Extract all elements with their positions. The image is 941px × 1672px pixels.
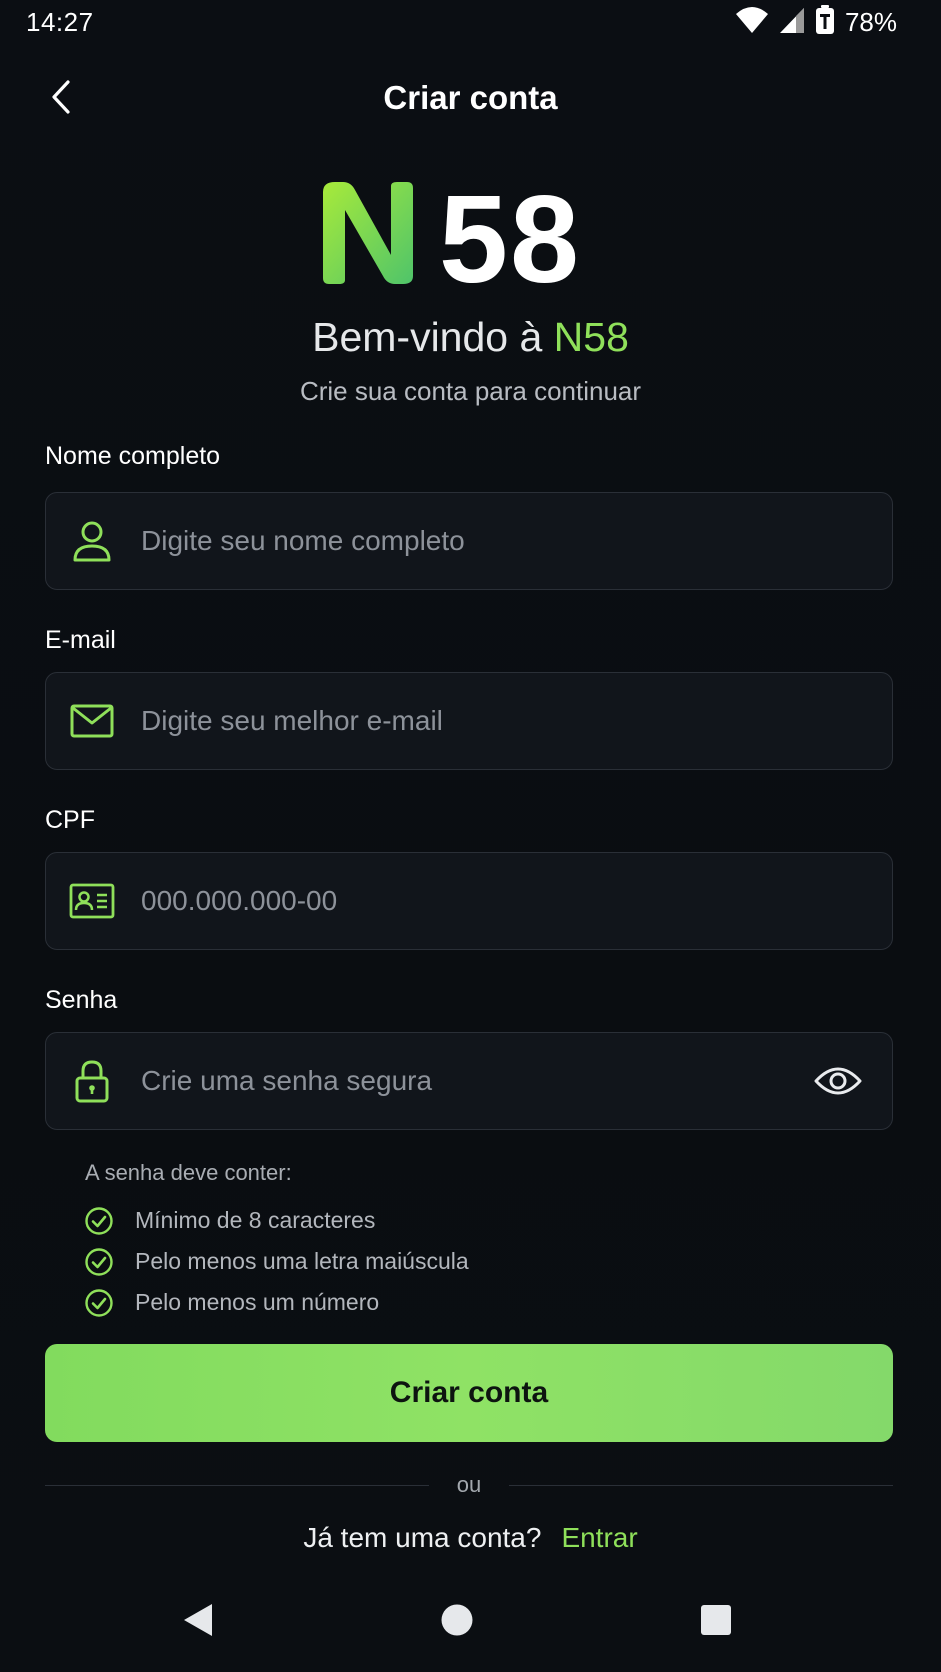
check-circle-icon xyxy=(85,1247,113,1276)
login-link[interactable]: Entrar xyxy=(561,1522,637,1554)
cpf-input[interactable] xyxy=(141,853,892,949)
requirement-text: Pelo menos uma letra maiúscula xyxy=(135,1248,469,1274)
back-button[interactable] xyxy=(38,72,88,122)
n58-logo: 58 xyxy=(322,180,581,290)
wifi-icon xyxy=(735,6,769,39)
requirement-text: Mínimo de 8 caracteres xyxy=(135,1207,376,1233)
battery-icon xyxy=(815,4,835,40)
system-nav-bar xyxy=(0,1590,941,1650)
nav-recents-button[interactable] xyxy=(696,1600,736,1640)
email-label: E-mail xyxy=(45,626,116,654)
name-label: Nome completo xyxy=(45,442,221,470)
password-requirements-list: Mínimo de 8 caracteres Pelo menos uma le… xyxy=(84,1200,469,1323)
check-circle-icon xyxy=(85,1206,113,1235)
password-label: Senha xyxy=(45,986,118,1014)
nav-back-button[interactable] xyxy=(178,1600,218,1640)
divider-line-left xyxy=(45,1484,429,1486)
name-input[interactable] xyxy=(141,493,892,589)
login-prompt: Já tem uma conta? Entrar xyxy=(0,1522,941,1554)
page-title: Criar conta xyxy=(383,79,558,116)
lock-icon xyxy=(68,1057,116,1105)
cpf-label: CPF xyxy=(45,806,95,834)
brand-logo: 58 xyxy=(0,180,941,290)
requirement-text: Pelo menos um número xyxy=(135,1289,380,1315)
welcome-prefix: Bem-vindo à xyxy=(312,314,554,360)
email-field xyxy=(45,672,893,770)
check-circle-icon xyxy=(85,1288,113,1317)
signup-screen: 14:27 78% Criar conta 58 Bem-vindo à N58… xyxy=(0,0,941,1672)
recents-square-icon xyxy=(701,1605,731,1635)
divider-line-right xyxy=(509,1484,894,1486)
eye-icon xyxy=(814,1067,862,1095)
login-prompt-text: Já tem uma conta? xyxy=(303,1522,542,1553)
chevron-left-icon xyxy=(52,80,70,114)
cpf-field xyxy=(45,852,893,950)
signal-icon xyxy=(779,6,805,39)
password-field xyxy=(45,1032,893,1130)
user-icon xyxy=(68,517,116,565)
or-divider: ou xyxy=(45,1470,894,1500)
divider-text: ou xyxy=(456,1472,482,1497)
password-requirements-title: A senha deve conter: xyxy=(85,1160,292,1185)
name-field xyxy=(45,492,893,590)
battery-percentage: 78% xyxy=(844,6,897,37)
nav-home-button[interactable] xyxy=(437,1600,477,1640)
password-input[interactable] xyxy=(141,1033,810,1129)
logo-number: 58 xyxy=(439,180,581,290)
welcome-brand: N58 xyxy=(553,314,629,360)
requirement-item: Pelo menos uma letra maiúscula xyxy=(84,1241,469,1282)
create-account-button[interactable]: Criar conta xyxy=(45,1344,893,1442)
home-circle-icon xyxy=(441,1604,473,1636)
status-time: 14:27 xyxy=(26,6,94,37)
welcome-heading: Bem-vindo à N58 xyxy=(0,314,941,361)
requirement-item: Pelo menos um número xyxy=(84,1282,469,1323)
email-input[interactable] xyxy=(141,673,892,769)
mail-icon xyxy=(68,697,116,745)
app-header: Criar conta xyxy=(0,62,941,134)
requirement-item: Mínimo de 8 caracteres xyxy=(84,1200,469,1241)
welcome-subtitle: Crie sua conta para continuar xyxy=(299,376,642,406)
status-bar: 14:27 78% xyxy=(0,0,941,44)
status-icons: 78% xyxy=(735,4,897,40)
back-triangle-icon xyxy=(184,1604,212,1636)
id-card-icon xyxy=(68,877,116,925)
toggle-password-visibility[interactable] xyxy=(810,1053,866,1109)
